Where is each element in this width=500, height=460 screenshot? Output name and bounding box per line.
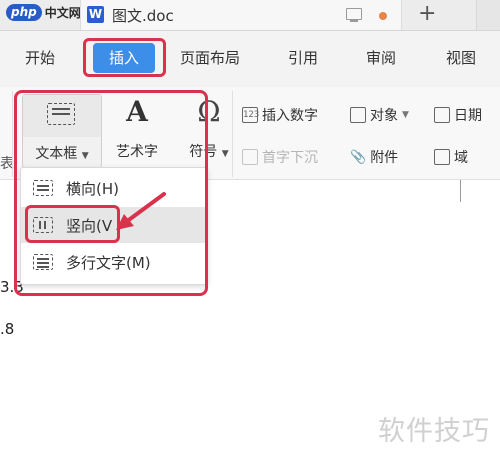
- watermark: 软件技巧: [378, 416, 490, 447]
- word-doc-icon: W: [87, 6, 104, 23]
- paperclip-icon: 📎: [350, 149, 367, 165]
- tab-review[interactable]: 审阅: [366, 47, 396, 68]
- document-tab[interactable]: W 图文.doc: [80, 0, 402, 30]
- field-button[interactable]: 域: [434, 147, 468, 167]
- drop-cap-label: 首字下沉: [262, 150, 318, 166]
- tab-view[interactable]: 视图: [446, 47, 476, 68]
- object-icon: [350, 107, 366, 123]
- title-bar: php 中文网 W 图文.doc +: [0, 0, 500, 31]
- tab-references[interactable]: 引用: [288, 47, 318, 68]
- tab-home[interactable]: 开始: [25, 47, 55, 68]
- window-menu-button[interactable]: [476, 0, 500, 30]
- chevron-down-icon: ▼: [221, 149, 229, 159]
- site-logo: php 中文网: [6, 2, 81, 22]
- object-label: 对象: [370, 108, 398, 124]
- insert-number-label: 插入数字: [262, 108, 318, 124]
- margin-marker: [460, 180, 461, 202]
- date-icon: [434, 107, 450, 123]
- monitor-icon[interactable]: [346, 8, 362, 22]
- insert-tab-highlight-frame: [83, 38, 166, 77]
- tab-page-layout[interactable]: 页面布局: [180, 47, 240, 68]
- ribbon-tab-bar: 开始 插入 页面布局 引用 审阅 视图: [0, 31, 500, 87]
- logo-badge: php: [6, 3, 42, 21]
- number-icon: 123: [242, 107, 259, 123]
- attachment-label: 附件: [370, 150, 399, 166]
- new-tab-icon[interactable]: +: [418, 1, 436, 27]
- unsaved-dot-icon: [379, 12, 387, 20]
- document-title: 图文.doc: [112, 7, 174, 25]
- attachment-button[interactable]: 📎 附件: [350, 147, 398, 167]
- divider: [232, 91, 233, 177]
- field-label: 域: [454, 150, 468, 166]
- date-label: 日期: [454, 108, 482, 124]
- field-icon: [434, 149, 450, 165]
- logo-text: 中文网: [44, 5, 81, 20]
- insert-number-button[interactable]: 123 插入数字: [242, 105, 318, 125]
- object-button[interactable]: 对象 ▼: [350, 105, 409, 125]
- textbox-group-highlight-frame: [14, 90, 208, 296]
- chevron-down-icon: ▼: [402, 110, 409, 120]
- drop-cap-button[interactable]: 首字下沉: [242, 147, 318, 167]
- document-text-fragment: .8: [0, 320, 15, 338]
- date-button[interactable]: 日期: [434, 105, 482, 125]
- drop-cap-icon: [242, 149, 258, 165]
- divider: [12, 91, 13, 177]
- annotation-arrow-icon: [116, 192, 166, 230]
- vertical-option-highlight-frame: [25, 205, 120, 243]
